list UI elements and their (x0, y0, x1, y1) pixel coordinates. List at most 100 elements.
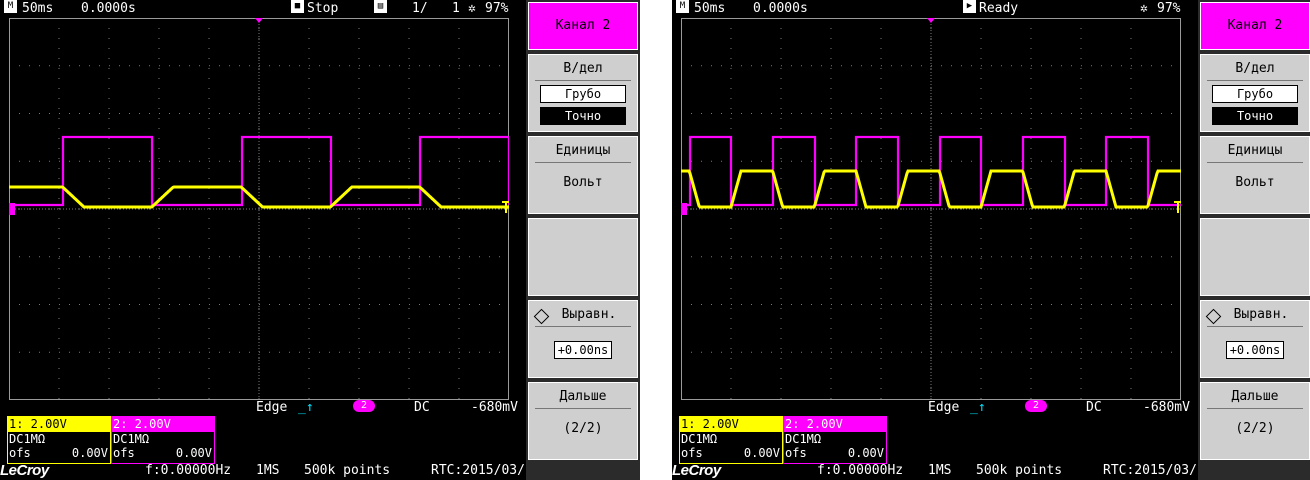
stop-icon: ■ (291, 0, 304, 13)
waveform-canvas (9, 18, 509, 400)
align-value: +0.00ns (553, 341, 613, 359)
status-bar: M 50ms 0.0000s ■ Stop ▤ 1/ 1 ✲ 97% (0, 0, 526, 18)
rising-edge-icon: _↑ (298, 400, 314, 415)
vdiv-button[interactable]: В/дел Грубо Точно (1200, 54, 1310, 132)
waveform-display[interactable] (9, 18, 509, 400)
vdiv-coarse-option: Грубо (540, 85, 626, 103)
next-label: Дальше (1231, 389, 1279, 404)
channel-1-header: 1: 2.00V (680, 417, 782, 432)
brand-logo: LeCroy (0, 462, 49, 479)
sample-points: 500k points (304, 463, 391, 478)
waveform-canvas (681, 18, 1181, 400)
channel-2-ofs-value: 0.00V (847, 446, 884, 460)
sequence-icon: ▤ (374, 0, 387, 13)
trigger-level-marker-stem (505, 201, 507, 213)
trigger-type: Edge (256, 400, 288, 415)
channel-1-ofs-label: ofs (681, 446, 703, 460)
timebase: 50ms (22, 1, 54, 16)
divider (1207, 326, 1303, 327)
channel-2-info[interactable]: 2: 2.00V DC1MΩ ofs 0.00V (111, 416, 215, 464)
align-button[interactable]: Выравн. +0.00ns (1200, 300, 1310, 378)
play-icon: ▶ (963, 0, 976, 13)
battery-level: 97% (1157, 1, 1181, 16)
timebase: 50ms (694, 1, 726, 16)
channel-1-ofs-value: 0.00V (743, 446, 780, 460)
battery-level: 97% (485, 1, 509, 16)
waveform-display[interactable] (681, 18, 1181, 400)
menu-title-channel-2[interactable]: Канал 2 (528, 2, 638, 50)
status-bar: M 50ms 0.0000s ▶ Ready ✲ 97% (672, 0, 1198, 18)
brand-logo: LeCroy (672, 462, 721, 479)
trigger-frequency: f:0.00000Hz (145, 463, 232, 478)
vdiv-fine-option: Точно (540, 107, 626, 125)
channel-1-info[interactable]: 1: 2.00V DC1MΩ ofs 0.00V (7, 416, 111, 464)
vdiv-label: В/дел (563, 61, 603, 76)
channel-2-info[interactable]: 2: 2.00V DC1MΩ ofs 0.00V (783, 416, 887, 464)
memory-depth: 1MS (928, 463, 952, 478)
trigger-frequency: f:0.00000Hz (817, 463, 904, 478)
menu-title-channel-2[interactable]: Канал 2 (1200, 2, 1310, 50)
channel-2-ofs-value: 0.00V (175, 446, 212, 460)
vdiv-coarse-option: Грубо (1212, 85, 1298, 103)
channel-2-ground-marker (9, 203, 15, 215)
trigger-coupling: DC (414, 400, 430, 415)
vdiv-button[interactable]: В/дел Грубо Точно (528, 54, 638, 132)
next-label: Дальше (559, 389, 607, 404)
channel-1-info[interactable]: 1: 2.00V DC1MΩ ofs 0.00V (679, 416, 783, 464)
softkey-menu: Канал 2 В/дел Грубо Точно Единицы Вольт … (526, 0, 640, 480)
channel-2-ground-marker (681, 203, 687, 215)
channel-2-ofs-label: ofs (785, 446, 807, 460)
trigger-channel: 2 (353, 400, 375, 412)
channel-2-ofs-label: ofs (113, 446, 135, 460)
units-label: Единицы (555, 143, 611, 158)
channel-1-ofs-value: 0.00V (71, 446, 108, 460)
divider (535, 80, 631, 81)
delay: 0.0000s (81, 1, 136, 16)
trigger-position-marker (255, 18, 263, 23)
trigger-position-marker (927, 18, 935, 23)
divider (535, 326, 631, 327)
trigger-level-marker-stem (1177, 201, 1179, 213)
vdiv-label: В/дел (1235, 61, 1275, 76)
units-button[interactable]: Единицы Вольт (528, 136, 638, 214)
run-state: Ready (979, 1, 1019, 16)
channel-2-header: 2: 2.00V (112, 417, 214, 432)
channel-2-header: 2: 2.00V (784, 417, 886, 432)
divider (535, 408, 631, 409)
units-value: Вольт (563, 175, 603, 190)
memory-icon: M (4, 0, 17, 13)
channel-2-coupling: DC1MΩ (784, 432, 886, 446)
channel-1-ofs-label: ofs (9, 446, 31, 460)
next-button[interactable]: Дальше (2/2) (1200, 382, 1310, 460)
trigger-info: Edge _↑ 2 DC -680mV (672, 399, 1198, 415)
softkey-menu: Канал 2 В/дел Грубо Точно Единицы Вольт … (1198, 0, 1310, 480)
units-button[interactable]: Единицы Вольт (1200, 136, 1310, 214)
rising-edge-icon: _↑ (970, 400, 986, 415)
trigger-level: -680mV (471, 400, 518, 415)
memory-depth: 1MS (256, 463, 280, 478)
trigger-type: Edge (928, 400, 960, 415)
vdiv-fine-option: Точно (1212, 107, 1298, 125)
acq-count: 1/ (412, 1, 428, 16)
channel-2-coupling: DC1MΩ (112, 432, 214, 446)
trigger-channel: 2 (1025, 400, 1047, 412)
units-label: Единицы (1227, 143, 1283, 158)
divider (1207, 162, 1303, 163)
next-page: (2/2) (563, 421, 603, 436)
next-button[interactable]: Дальше (2/2) (528, 382, 638, 460)
channel-1-coupling: DC1MΩ (8, 432, 110, 446)
align-button[interactable]: Выравн. +0.00ns (528, 300, 638, 378)
acq-total: 1 (452, 1, 460, 16)
empty-softkey[interactable] (528, 218, 638, 296)
gear-icon: ✲ (1140, 1, 1148, 16)
delay: 0.0000s (753, 1, 808, 16)
sample-points: 500k points (976, 463, 1063, 478)
trigger-info: Edge _↑ 2 DC -680mV (0, 399, 526, 415)
next-page: (2/2) (1235, 421, 1275, 436)
divider (1207, 408, 1303, 409)
channel-1-header: 1: 2.00V (8, 417, 110, 432)
gear-icon: ✲ (468, 1, 476, 16)
empty-softkey[interactable] (1200, 218, 1310, 296)
divider (535, 162, 631, 163)
channel-1-coupling: DC1MΩ (680, 432, 782, 446)
